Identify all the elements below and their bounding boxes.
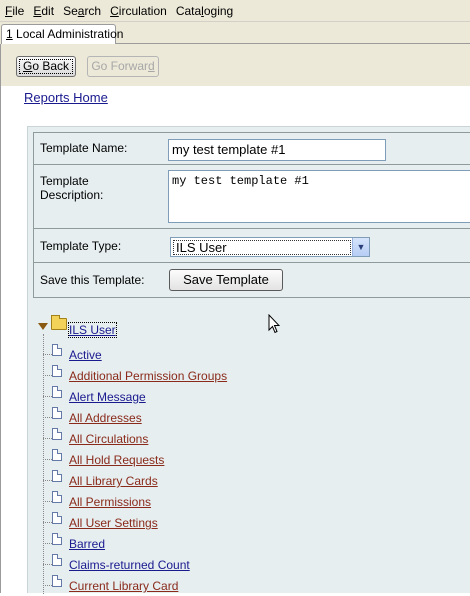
tree-connector-branch [43,459,52,460]
tree-item-label[interactable]: All User Settings [69,516,158,530]
tree-connector-branch [43,543,52,544]
tree-item-label[interactable]: Additional Permission Groups [69,369,227,383]
button-label-part: o Back [32,59,70,73]
triangle-expanded-icon[interactable] [38,323,48,330]
tree-connector-branch [43,522,52,523]
tree-item: All Permissions [43,491,463,512]
document-icon [52,512,62,524]
tree-connector-branch [43,375,52,376]
tree-item-label[interactable]: Current Library Card [69,579,178,593]
menu-bar: File Edit Search Circulation Cataloging [0,0,470,22]
tree-item: Alert Message [43,386,463,407]
go-back-button[interactable]: Go Back [16,56,76,77]
tree-connector-branch [43,396,52,397]
tree-item: All Library Cards [43,470,463,491]
menu-edit[interactable]: Edit [29,0,58,22]
tree-item-label[interactable]: All Addresses [69,411,142,425]
tree-item: Claims-returned Count [43,554,463,575]
tree-item-label[interactable]: Active [69,348,102,362]
document-icon [52,470,62,482]
tree-connector-branch [43,585,52,586]
tree-item-label[interactable]: All Library Cards [69,474,158,488]
tab-strip: 1 Local Administration [0,22,470,45]
tree-item-label[interactable]: Barred [69,537,105,551]
document-icon [52,575,62,587]
menu-file[interactable]: File [1,0,28,22]
tab-label: Local Administration [12,27,124,41]
tree-item: Additional Permission Groups [43,365,463,386]
tree-item: All Addresses [43,407,463,428]
tree-connector-branch [43,564,52,565]
menu-search[interactable]: Search [59,0,105,22]
menu-label-part: oging [203,3,234,18]
document-icon [52,449,62,461]
tree-item: All Circulations [43,428,463,449]
tree-item-label[interactable]: All Permissions [69,495,151,509]
mouse-pointer-icon [268,314,280,334]
tree-item-label[interactable]: Alert Message [69,390,146,404]
menu-label-part: dit [41,3,55,18]
menu-label-part: irculation [118,3,167,18]
toolbar: Go Back Go Forward [0,44,470,86]
tree-item-label[interactable]: All Hold Requests [69,453,164,467]
menu-cataloging[interactable]: Cataloging [172,0,237,22]
tree-root-ils-user[interactable]: ILS User [68,322,117,338]
go-forward-button[interactable]: Go Forward [87,56,159,77]
field-tree: ILS User Active Additional Permission Gro… [28,127,470,594]
document-icon [52,554,62,566]
tree-connector-branch [43,354,52,355]
tree-item: Barred [43,533,463,554]
menu-label-part: ile [12,3,25,18]
button-accesskey: d [148,59,155,73]
tree-connector-branch [43,480,52,481]
button-label-part: Go Forwar [91,59,148,73]
template-panel: Template Name: my test template #1 Templ… [27,126,470,594]
menu-circulation[interactable]: Circulation [106,0,171,22]
tab-number: 1 [6,27,13,41]
tree-item-label[interactable]: All Circulations [69,432,148,446]
button-accesskey: G [22,59,33,73]
tree-connector-branch [43,501,52,502]
tree-connector-branch [43,438,52,439]
tree-item: Active [43,344,463,365]
tab-local-administration[interactable]: 1 Local Administration [1,24,123,45]
reports-home-link[interactable]: Reports Home [24,90,108,105]
tree-item: All User Settings [43,512,463,533]
menu-label-part: rch [84,3,102,18]
document-icon [52,491,62,503]
tree-item: All Hold Requests [43,449,463,470]
document-icon [52,533,62,545]
menu-label-part: Se [63,3,78,18]
document-icon [52,428,62,440]
document-icon [52,386,62,398]
folder-icon [51,315,67,330]
tree-connector-branch [43,417,52,418]
document-icon [52,407,62,419]
document-icon [52,365,62,377]
tree-item-label[interactable]: Claims-returned Count [69,558,190,572]
content-area: Reports Home Template Name: my test temp… [0,86,470,594]
menu-accesskey: C [110,3,119,18]
menu-label-part: Cata [175,3,202,18]
document-icon [52,344,62,356]
